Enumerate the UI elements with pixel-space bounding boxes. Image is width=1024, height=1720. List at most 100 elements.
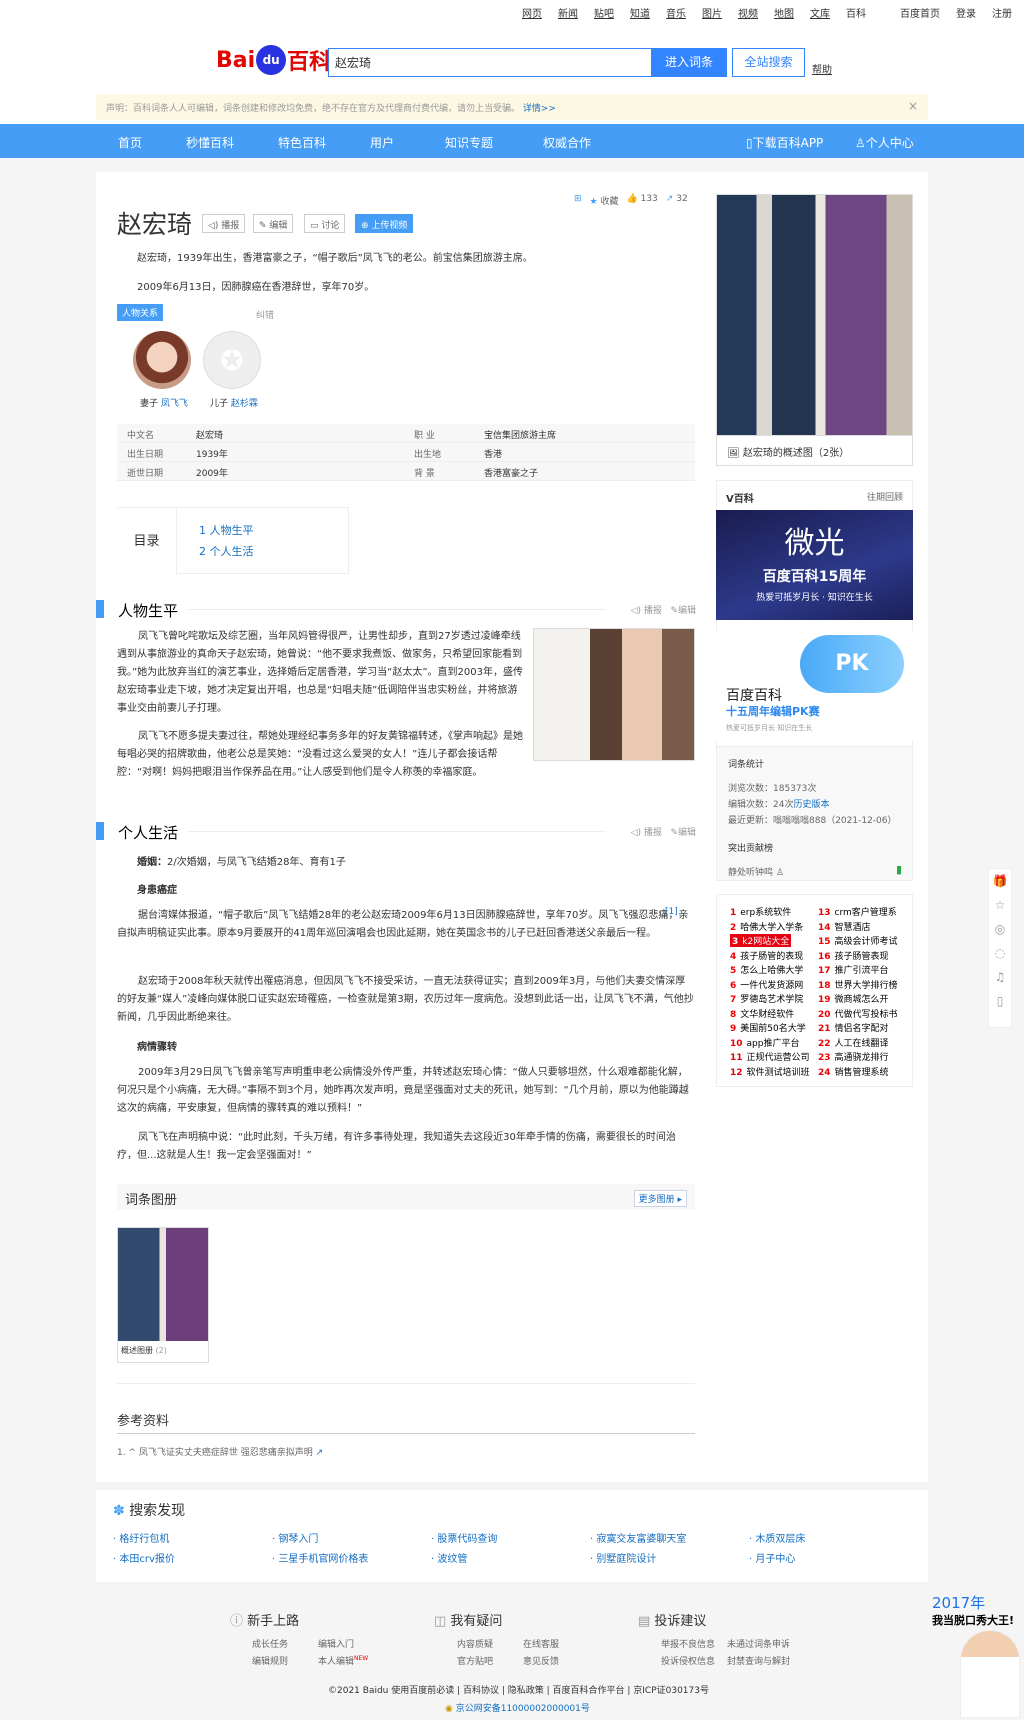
footer-link[interactable]: 编辑规则: [252, 1654, 288, 1667]
login-link[interactable]: 登录: [956, 5, 976, 20]
topnav-link-images[interactable]: 图片: [702, 5, 722, 20]
hot-search-item[interactable]: 5 怎么上哈佛大学: [730, 963, 803, 976]
hot-search-item[interactable]: 1 erp系统软件: [730, 905, 791, 918]
bookmark-icon[interactable]: ▮: [896, 863, 902, 876]
collect-button[interactable]: ★ 收藏: [590, 194, 619, 207]
topnav-link-video[interactable]: 视频: [738, 5, 758, 20]
nav-featured[interactable]: 特色百科: [278, 134, 326, 151]
discovery-link[interactable]: · 别墅庭院设计: [590, 1550, 656, 1565]
nav-authority[interactable]: 权威合作: [543, 134, 591, 151]
user-center-link[interactable]: ♙个人中心: [855, 134, 914, 151]
footer-link[interactable]: 在线客服: [523, 1637, 559, 1650]
help-link[interactable]: 帮助: [812, 61, 832, 76]
notice-details-link[interactable]: 详情>>: [523, 104, 556, 114]
like-button[interactable]: 👍 133: [627, 194, 658, 207]
hot-search-item[interactable]: 14 智慧酒店: [818, 920, 871, 933]
star-icon[interactable]: ☆: [989, 893, 1011, 917]
nav-users[interactable]: 用户: [370, 134, 394, 151]
footer-link[interactable]: 意见反馈: [523, 1654, 559, 1667]
edit-label[interactable]: 编辑: [678, 828, 696, 838]
relative-son[interactable]: 儿子 赵杉霖: [210, 396, 258, 409]
gallery-album[interactable]: 概述图册 (2): [117, 1227, 209, 1363]
topnav-link-map[interactable]: 地图: [774, 5, 794, 20]
footer-link[interactable]: 官方贴吧: [457, 1654, 493, 1667]
summary-album-caption[interactable]: 🖼 赵宏琦的概述图（2张）: [716, 436, 913, 466]
topnav-link-music[interactable]: 音乐: [666, 5, 686, 20]
mobile-icon[interactable]: ▯: [989, 989, 1011, 1013]
discovery-link[interactable]: · 三星手机官网价格表: [272, 1550, 368, 1565]
avatar-wife[interactable]: [133, 331, 191, 389]
hot-search-item[interactable]: 10 app推广平台: [730, 1036, 799, 1049]
footer-link[interactable]: 编辑入门: [318, 1637, 354, 1650]
life-photo[interactable]: [533, 628, 695, 761]
relation-error-link[interactable]: 纠错: [256, 308, 274, 321]
baidu-baike-logo[interactable]: Bai du 百科: [216, 44, 331, 76]
topnav-link-news[interactable]: 新闻: [558, 5, 578, 20]
footer-link[interactable]: 内容质疑: [457, 1637, 493, 1650]
avatar-son-placeholder-icon[interactable]: ✪: [203, 331, 261, 389]
footer-link[interactable]: 举报不良信息: [661, 1637, 715, 1650]
download-app-link[interactable]: ▯下载百科APP: [746, 134, 823, 151]
reference-item[interactable]: 1. ^ 凤飞飞证实丈夫癌症辞世 强忍悲痛亲拟声明 ↗: [117, 1445, 323, 1458]
toc-item-2[interactable]: 2 个人生活: [199, 543, 254, 559]
summary-album[interactable]: [716, 194, 913, 436]
discovery-link[interactable]: · 月子中心: [749, 1550, 795, 1565]
read-label[interactable]: 播报: [644, 828, 662, 838]
hot-search-item[interactable]: 18 世界大学排行榜: [818, 978, 898, 991]
hot-search-item[interactable]: 23 高通骁龙排行: [818, 1050, 889, 1063]
hot-search-item[interactable]: 15 高级会计师考试: [818, 934, 898, 947]
footer-link[interactable]: 投诉侵权信息: [661, 1654, 715, 1667]
discovery-link[interactable]: · 格纡行包机: [113, 1530, 169, 1545]
read-aloud-button[interactable]: ◁) 播报: [202, 214, 246, 233]
v-baike-more-link[interactable]: 往期回顾: [867, 490, 903, 503]
enter-entry-button[interactable]: 进入词条: [651, 48, 727, 77]
add-icon[interactable]: ⊞: [574, 194, 582, 207]
discovery-link[interactable]: · 股票代码查询: [431, 1530, 497, 1545]
hot-search-item[interactable]: 17 推广引流平台: [818, 963, 889, 976]
search-input[interactable]: 赵宏琦: [328, 48, 651, 77]
toc-item-1[interactable]: 1 人物生平: [199, 522, 254, 538]
hot-search-item[interactable]: 20 代做代写投标书: [818, 1007, 898, 1020]
anniversary-banner[interactable]: 微光 百度百科15周年 热爱可抵岁月长 · 知识在生长: [716, 510, 913, 620]
hot-search-item[interactable]: 2 哈佛大学入学条: [730, 920, 803, 933]
share-button[interactable]: ↗ 32: [666, 194, 688, 207]
relative-name[interactable]: 凤飞飞: [161, 399, 188, 409]
footer-link[interactable]: 未通过词条申诉: [727, 1637, 790, 1650]
discovery-link[interactable]: · 本田crv报价: [113, 1550, 175, 1565]
topnav-link-zhidao[interactable]: 知道: [630, 5, 650, 20]
discuss-button[interactable]: ▭ 讨论: [304, 214, 346, 233]
relative-wife[interactable]: 妻子 凤飞飞: [140, 396, 188, 409]
external-link-icon[interactable]: ↗: [316, 1448, 324, 1458]
topnav-link-web[interactable]: 网页: [522, 5, 542, 20]
baidu-home-link[interactable]: 百度首页: [900, 5, 940, 20]
more-albums-button[interactable]: 更多图册 ▸: [633, 1190, 687, 1207]
footer-link[interactable]: 封禁查询与解封: [727, 1654, 790, 1667]
discovery-link[interactable]: · 寂寞交友富婆聊天室: [590, 1530, 686, 1545]
hot-search-item[interactable]: 11 正规代运营公司: [730, 1050, 810, 1063]
hot-search-item[interactable]: 22 人工在线翻译: [818, 1036, 889, 1049]
hot-search-item[interactable]: 13 crm客户管理系: [818, 905, 897, 918]
discovery-link[interactable]: · 木质双层床: [749, 1530, 805, 1545]
history-link[interactable]: 历史版本: [793, 800, 829, 810]
nav-miaodong[interactable]: 秒懂百科: [186, 134, 234, 151]
footer-link[interactable]: 本人编辑NEW: [318, 1654, 368, 1667]
hot-search-item[interactable]: 19 微商城怎么开: [818, 992, 889, 1005]
hot-search-item[interactable]: 21 情侣名字配对: [818, 1021, 889, 1034]
register-link[interactable]: 注册: [992, 5, 1012, 20]
hot-search-item[interactable]: 16 孩子肠管表现: [818, 949, 889, 962]
discovery-link[interactable]: · 钢琴入门: [272, 1530, 318, 1545]
hot-search-item[interactable]: 24 销售管理系统: [818, 1065, 889, 1078]
hot-search-item[interactable]: 8 文华财经软件: [730, 1007, 794, 1020]
contrib-user[interactable]: 静处听钟鸣 ♙: [728, 865, 784, 878]
topnav-link-tieba[interactable]: 贴吧: [594, 5, 614, 20]
edit-label[interactable]: 编辑: [678, 606, 696, 616]
police-record-link[interactable]: ◉ 京公网安备11000002000001号: [445, 1701, 590, 1714]
upload-video-button[interactable]: ⊕ 上传视频: [355, 214, 414, 233]
hot-search-item[interactable]: 3 k2网站大全: [730, 934, 792, 947]
hot-search-item[interactable]: 6 一件代发货源网: [730, 978, 803, 991]
nav-topics[interactable]: 知识专题: [445, 134, 493, 151]
wechat-icon[interactable]: ◌: [989, 941, 1011, 965]
footer-link[interactable]: 成长任务: [252, 1637, 288, 1650]
topnav-link-wenku[interactable]: 文库: [810, 5, 830, 20]
pk-contest-banner[interactable]: PK 百度百科 十五周年编辑PK赛 热爱可抵岁月长 知识在生长: [716, 631, 913, 741]
